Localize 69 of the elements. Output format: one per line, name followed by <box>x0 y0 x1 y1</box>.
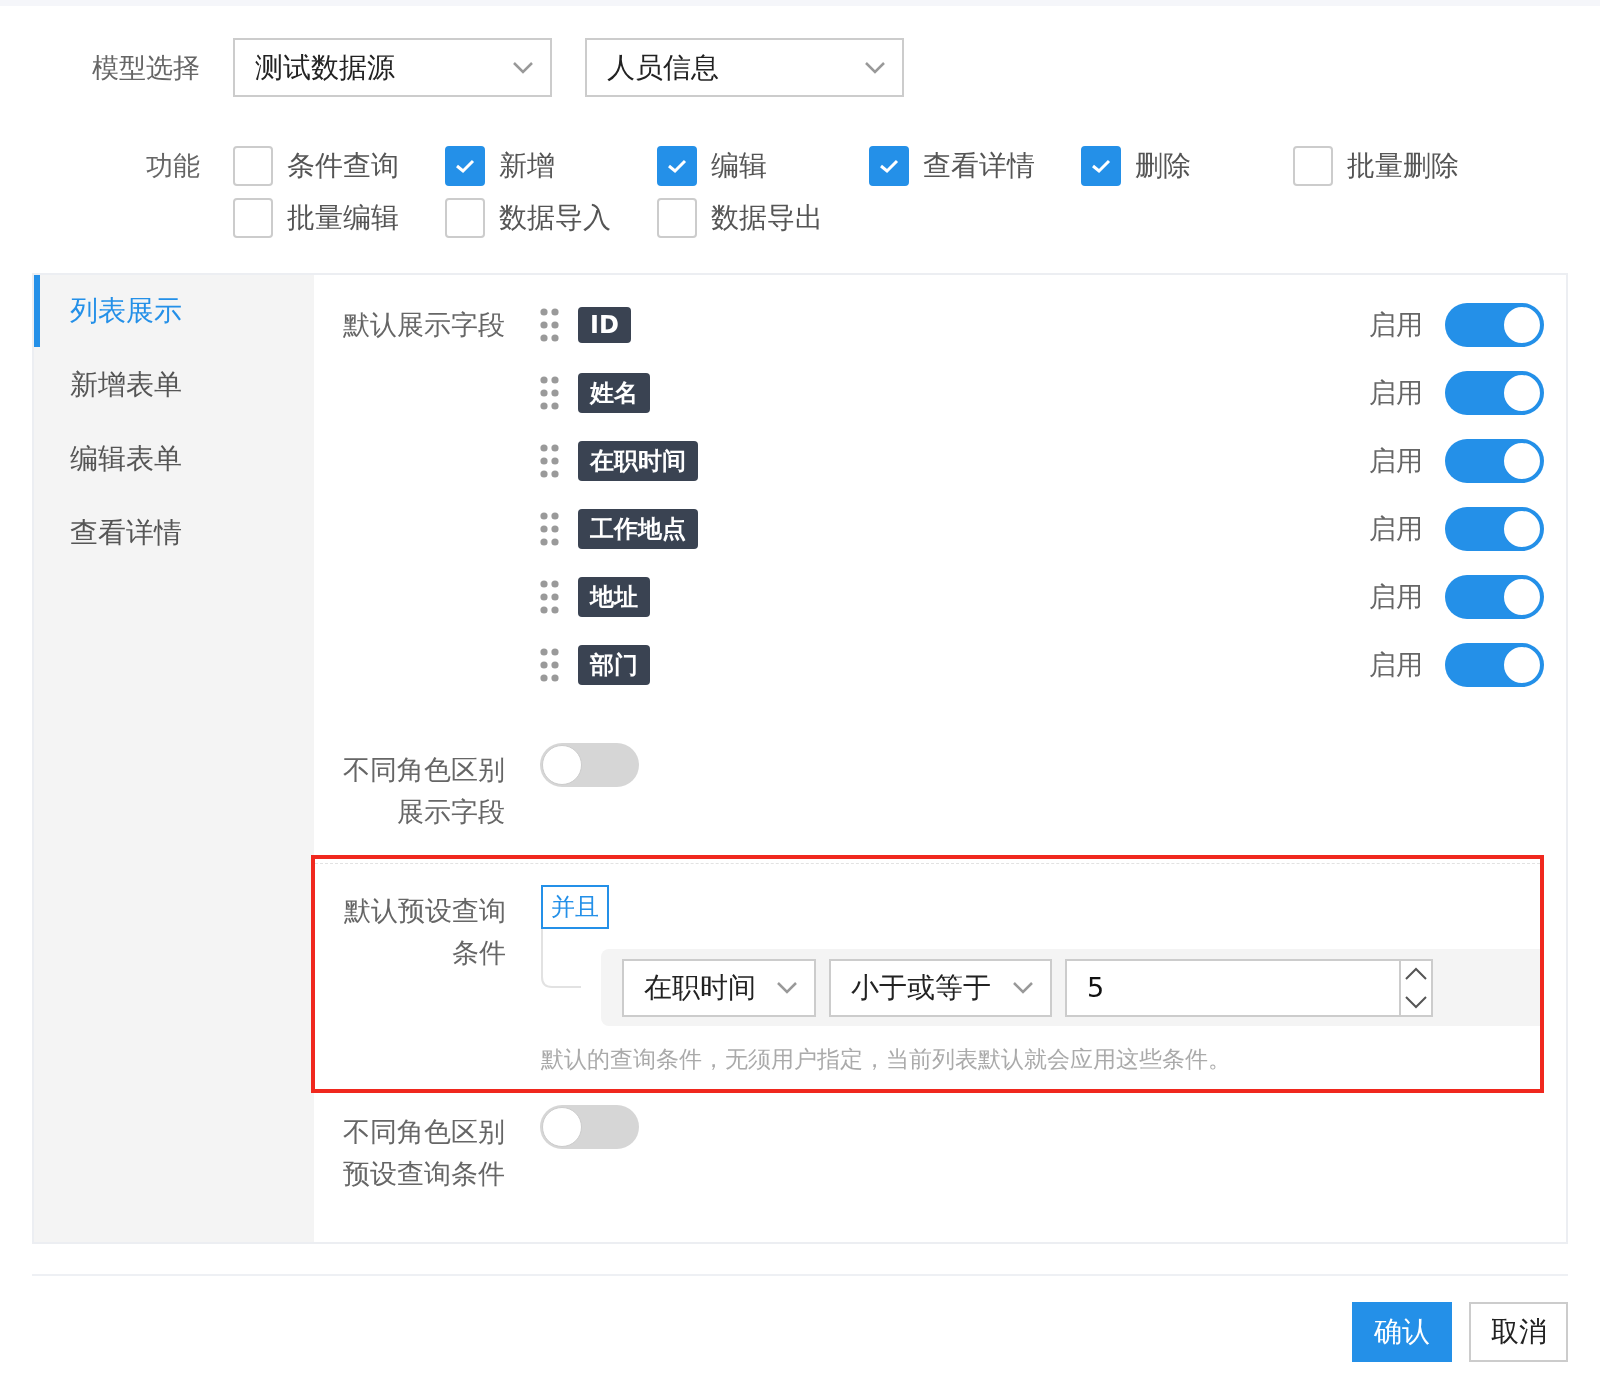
hint-text: 默认的查询条件，无须用户指定，当前列表默认就会应用这些条件。 <box>541 1045 1232 1074</box>
checkbox-label: 编辑 <box>711 148 767 184</box>
toggle-label: 启用 <box>1369 648 1423 682</box>
checkbox[interactable] <box>657 146 697 186</box>
checkmark-icon <box>666 158 688 174</box>
toggle-switch[interactable] <box>540 1105 639 1149</box>
checkbox[interactable] <box>233 146 273 186</box>
toggle-label: 启用 <box>1369 580 1423 614</box>
field-tag: 部门 <box>578 645 650 685</box>
toggle-label: 启用 <box>1369 512 1423 546</box>
field-tag: 工作地点 <box>578 509 698 549</box>
checkbox-label: 数据导出 <box>711 200 823 236</box>
toggle-switch[interactable] <box>1445 643 1544 687</box>
toggle-switch[interactable] <box>1445 303 1544 347</box>
chevron-down-icon <box>864 60 886 75</box>
drag-handle-icon[interactable] <box>540 376 560 410</box>
checkbox-label: 数据导入 <box>499 200 611 236</box>
number-field[interactable]: 5 <box>1065 958 1433 1017</box>
checkbox[interactable] <box>1293 146 1333 186</box>
toggle-switch[interactable] <box>1445 439 1544 483</box>
checkbox[interactable] <box>233 198 273 238</box>
field-label: 不同角色区别预设查询条件 <box>342 1115 505 1191</box>
drag-handle-icon[interactable] <box>540 444 560 478</box>
dropdown[interactable]: 在职时间 <box>622 958 816 1017</box>
field-label: 功能 <box>145 149 200 183</box>
checkmark-icon <box>1090 158 1112 174</box>
toggle-switch[interactable] <box>1445 575 1544 619</box>
drag-handle-icon[interactable] <box>540 512 560 546</box>
cancel-button[interactable]: 取消 <box>1469 1302 1568 1362</box>
sidebar-item[interactable]: 新增表单 <box>34 349 314 421</box>
drag-handle-icon[interactable] <box>540 580 560 614</box>
checkbox[interactable] <box>445 198 485 238</box>
checkbox-label: 查看详情 <box>923 148 1035 184</box>
drag-handle-icon[interactable] <box>540 308 560 342</box>
field-tag: ID <box>578 307 631 343</box>
checkbox[interactable] <box>869 146 909 186</box>
chevron-down-icon <box>776 980 798 995</box>
sidebar-item[interactable]: 编辑表单 <box>34 423 314 495</box>
field-label: 默认预设查询条件 <box>343 894 506 970</box>
checkbox[interactable] <box>445 146 485 186</box>
dropdown[interactable]: 测试数据源 <box>233 38 552 97</box>
checkmark-icon <box>878 158 900 174</box>
dropdown[interactable]: 人员信息 <box>585 38 904 97</box>
field-tag: 地址 <box>578 577 650 617</box>
checkbox-label: 条件查询 <box>287 148 399 184</box>
field-label: 模型选择 <box>91 50 200 85</box>
toggle-switch[interactable] <box>540 743 639 787</box>
field-label: 不同角色区别展示字段 <box>342 753 505 829</box>
checkbox-label: 批量编辑 <box>287 200 399 236</box>
checkbox-label: 批量删除 <box>1347 148 1459 184</box>
drag-handle-icon[interactable] <box>540 648 560 682</box>
field-tag: 在职时间 <box>578 441 698 481</box>
field-tag: 姓名 <box>578 373 650 413</box>
chevron-down-icon <box>1012 980 1034 995</box>
toggle-switch[interactable] <box>1445 371 1544 415</box>
sidebar-item[interactable]: 查看详情 <box>34 497 314 569</box>
checkbox[interactable] <box>1081 146 1121 186</box>
checkbox[interactable] <box>657 198 697 238</box>
checkbox-label: 删除 <box>1135 148 1191 184</box>
connector-line <box>541 929 581 989</box>
dropdown[interactable]: 小于或等于 <box>829 958 1052 1017</box>
toggle-switch[interactable] <box>1445 507 1544 551</box>
toggle-label: 启用 <box>1369 308 1423 342</box>
toggle-label: 启用 <box>1369 376 1423 410</box>
chevron-down-icon <box>512 60 534 75</box>
checkbox-label: 新增 <box>499 148 555 184</box>
toggle-label: 启用 <box>1369 444 1423 478</box>
field-label: 默认展示字段 <box>342 308 505 342</box>
checkmark-icon <box>454 158 476 174</box>
